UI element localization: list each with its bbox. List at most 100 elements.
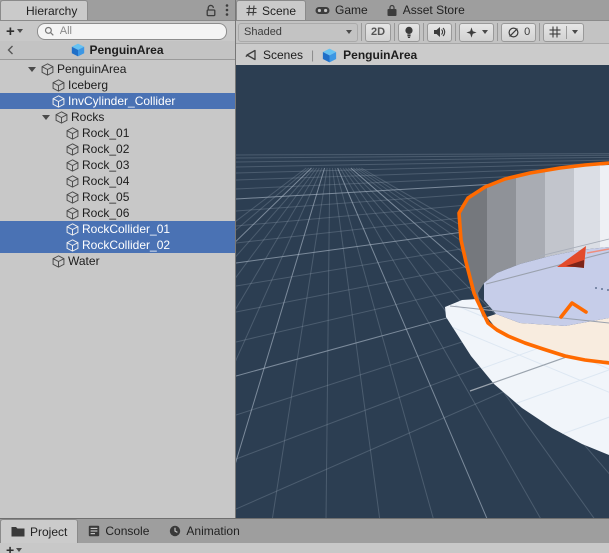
gameobject-cube-icon bbox=[66, 158, 79, 172]
hierarchy-tab-bar: Hierarchy bbox=[0, 0, 235, 21]
breadcrumb-scenes[interactable]: Scenes bbox=[263, 48, 303, 62]
search-input[interactable] bbox=[57, 24, 220, 38]
tree-item-rocks[interactable]: Rocks bbox=[0, 109, 235, 125]
prefab-root-name: PenguinArea bbox=[89, 43, 164, 57]
tree-item-label: PenguinArea bbox=[57, 62, 127, 76]
scene-viewport[interactable] bbox=[236, 65, 609, 518]
back-arrow-icon[interactable] bbox=[244, 49, 257, 61]
project-create-button[interactable]: + bbox=[4, 543, 24, 553]
breadcrumb-current[interactable]: PenguinArea bbox=[343, 48, 417, 62]
gameobject-cube-icon bbox=[66, 206, 79, 220]
tree-item-rock-03[interactable]: Rock_03 bbox=[0, 157, 235, 173]
search-icon bbox=[44, 26, 55, 37]
scene-audio-button[interactable] bbox=[427, 22, 453, 42]
tree-item-rockcollider-02[interactable]: RockCollider_02 bbox=[0, 237, 235, 253]
clock-icon bbox=[169, 525, 181, 537]
scene-grid-gizmo-dropdown[interactable] bbox=[543, 22, 585, 42]
chevron-down-icon bbox=[16, 548, 23, 552]
speaker-icon bbox=[433, 26, 446, 38]
expander-triangle-icon[interactable] bbox=[27, 66, 37, 72]
tree-item-label: Iceberg bbox=[68, 78, 109, 92]
tree-item-rock-06[interactable]: Rock_06 bbox=[0, 205, 235, 221]
gameobject-cube-icon bbox=[66, 174, 79, 188]
tab-asset-store[interactable]: Asset Store bbox=[377, 0, 474, 20]
gamepad-icon bbox=[315, 6, 330, 15]
tree-item-iceberg[interactable]: Iceberg bbox=[0, 77, 235, 93]
tree-item-rockcollider-01[interactable]: RockCollider_01 bbox=[0, 221, 235, 237]
toggle-2d-button[interactable]: 2D bbox=[365, 22, 392, 42]
hierarchy-tab-label: Hierarchy bbox=[26, 3, 78, 18]
tab-hierarchy[interactable]: Hierarchy bbox=[0, 0, 89, 20]
tree-item-label: Water bbox=[68, 254, 100, 268]
gameobject-cube-icon bbox=[66, 142, 79, 156]
hierarchy-search-field[interactable] bbox=[36, 22, 227, 40]
tab-console[interactable]: Console bbox=[78, 519, 159, 543]
breadcrumb-separator: | bbox=[311, 48, 315, 62]
tree-item-rock-04[interactable]: Rock_04 bbox=[0, 173, 235, 189]
gameobject-cube-icon bbox=[66, 238, 79, 252]
list-icon bbox=[11, 8, 21, 14]
scene-tab-label: Scene bbox=[262, 3, 297, 18]
gameobject-cube-icon bbox=[52, 94, 65, 108]
tab-game[interactable]: Game bbox=[306, 0, 377, 20]
bottom-tab-bar: Project Console Animation bbox=[0, 518, 609, 543]
folder-icon bbox=[11, 526, 25, 537]
prefab-mode-header: PenguinArea bbox=[0, 41, 235, 60]
console-tab-label: Console bbox=[105, 524, 150, 538]
prefab-cube-icon bbox=[71, 43, 85, 57]
tree-item-water[interactable]: Water bbox=[0, 253, 235, 269]
gameobject-cube-icon bbox=[66, 126, 79, 140]
tree-item-label: InvCylinder_Collider bbox=[68, 94, 176, 108]
animation-tab-label: Animation bbox=[186, 524, 240, 538]
create-object-button[interactable]: + bbox=[4, 23, 25, 40]
tab-project[interactable]: Project bbox=[0, 519, 79, 543]
project-tab-label: Project bbox=[30, 524, 68, 539]
gameobject-cube-icon bbox=[52, 254, 65, 268]
hierarchy-panel: Hierarchy + All PenguinArea PenguinArea … bbox=[0, 0, 236, 518]
tree-item-rock-05[interactable]: Rock_05 bbox=[0, 189, 235, 205]
tree-item-label: Rock_04 bbox=[82, 174, 130, 188]
shopping-bag-icon bbox=[386, 4, 398, 17]
tree-item-label: Rock_05 bbox=[82, 190, 130, 204]
lightbulb-icon bbox=[404, 26, 414, 39]
tree-item-penguinarea[interactable]: PenguinArea bbox=[0, 61, 235, 77]
grid-axis-icon bbox=[549, 26, 561, 38]
hierarchy-toolbar: + bbox=[0, 21, 235, 41]
scene-breadcrumb-bar: Scenes | PenguinArea bbox=[236, 44, 609, 67]
tree-item-label: Rock_01 bbox=[82, 126, 130, 140]
tab-scene[interactable]: Scene bbox=[236, 0, 307, 20]
scene-lighting-button[interactable] bbox=[398, 22, 421, 42]
tree-item-rock-02[interactable]: Rock_02 bbox=[0, 141, 235, 157]
shading-mode-dropdown[interactable]: Shaded bbox=[238, 22, 358, 42]
scene-visibility-toggle[interactable]: 0 bbox=[501, 22, 537, 42]
hidden-eye-icon bbox=[507, 26, 520, 39]
hierarchy-tree: PenguinArea Iceberg InvCylinder_Collider… bbox=[0, 60, 235, 269]
tree-item-rock-01[interactable]: Rock_01 bbox=[0, 125, 235, 141]
scene-grid-icon bbox=[246, 5, 257, 16]
tree-item-invcylinder-collider[interactable]: InvCylinder_Collider bbox=[0, 93, 235, 109]
unity-editor-window: Hierarchy + All PenguinArea PenguinArea … bbox=[0, 0, 609, 553]
bottom-panel: Project Console Animation + bbox=[0, 518, 609, 553]
hidden-count: 0 bbox=[524, 26, 531, 38]
game-tab-label: Game bbox=[335, 3, 368, 17]
console-icon bbox=[88, 525, 100, 537]
project-panel-toolbar: + bbox=[0, 543, 609, 553]
tree-item-label: RockCollider_02 bbox=[82, 238, 171, 252]
gameobject-cube-icon bbox=[55, 110, 68, 124]
chevron-down-icon bbox=[346, 30, 352, 34]
scene-tab-bar: Scene Game Asset Store bbox=[236, 0, 609, 21]
gameobject-cube-icon bbox=[66, 222, 79, 236]
kebab-menu-icon[interactable] bbox=[225, 3, 229, 17]
expander-triangle-icon[interactable] bbox=[41, 114, 51, 120]
tree-item-label: Rock_03 bbox=[82, 158, 130, 172]
tree-item-label: Rock_06 bbox=[82, 206, 130, 220]
unlock-icon[interactable] bbox=[205, 4, 217, 17]
tree-item-label: RockCollider_01 bbox=[82, 222, 171, 236]
scene-effects-dropdown[interactable] bbox=[459, 22, 495, 42]
chevron-down-icon bbox=[482, 30, 489, 34]
chevron-down-icon bbox=[16, 29, 23, 33]
scene-panel: Scene Game Asset Store Shaded 2D 0 Scene… bbox=[236, 0, 609, 518]
gameobject-cube-icon bbox=[52, 78, 65, 92]
shading-mode-label: Shaded bbox=[244, 26, 282, 38]
tab-animation[interactable]: Animation bbox=[159, 519, 249, 543]
